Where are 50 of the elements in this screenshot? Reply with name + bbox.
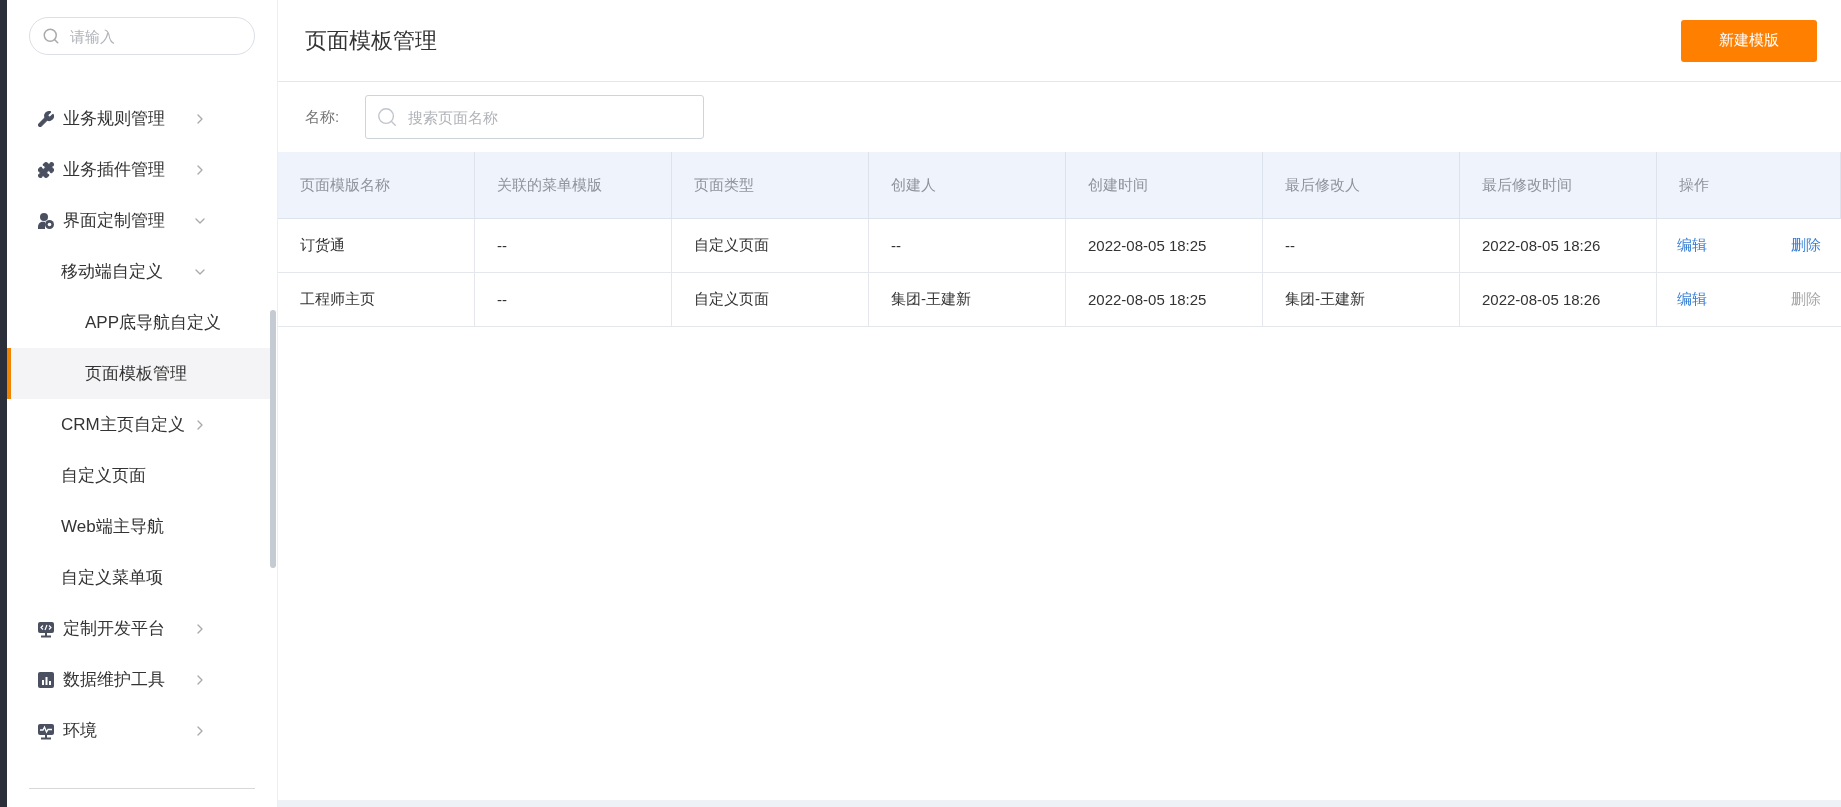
sidebar-item[interactable]: 页面模板管理 xyxy=(7,348,270,399)
column-header: 创建人 xyxy=(869,152,1066,219)
column-header: 最后修改人 xyxy=(1263,152,1460,219)
wrench-icon xyxy=(37,109,55,128)
sidebar-item[interactable]: Web端主导航 xyxy=(7,501,270,552)
column-header: 关联的菜单模版 xyxy=(475,152,672,219)
table-cell: 2022-08-05 18:26 xyxy=(1460,273,1657,327)
gear-icon xyxy=(37,211,55,230)
table-cell: 2022-08-05 18:26 xyxy=(1460,219,1657,273)
search-field[interactable]: 搜索页面名称 xyxy=(365,95,705,139)
table-cell: -- xyxy=(869,219,1066,273)
action-link[interactable]: 编辑 xyxy=(1677,290,1707,309)
sidebar-item[interactable]: 业务插件管理 xyxy=(7,144,270,195)
search-icon xyxy=(42,27,60,45)
sidebar-item[interactable]: 界面定制管理 xyxy=(7,195,270,246)
scrollbar[interactable] xyxy=(270,310,276,568)
column-header: 操作 xyxy=(1657,152,1841,219)
search-icon xyxy=(376,106,399,128)
sidebar-item[interactable]: 环境 xyxy=(7,705,270,756)
pulse-monitor-icon xyxy=(37,721,55,740)
table-cell: 自定义页面 xyxy=(672,219,869,273)
table-cell: -- xyxy=(1263,219,1460,273)
table-cell: -- xyxy=(475,273,672,327)
page-title: 页面模板管理 xyxy=(305,26,437,55)
sidebar-item[interactable]: APP底导航自定义 xyxy=(7,297,270,348)
sidebar-item[interactable]: 数据维护工具 xyxy=(7,654,270,705)
sidebar-item[interactable]: 移动端自定义 xyxy=(7,246,270,297)
column-header: 页面模版名称 xyxy=(278,152,475,219)
table-cell: 集团-王建新 xyxy=(869,273,1066,327)
table-cell: 自定义页面 xyxy=(672,273,869,327)
bar-chart-icon xyxy=(37,670,55,689)
table-cell: 工程师主页 xyxy=(278,273,475,327)
sidebar-item[interactable]: 业务规则管理 xyxy=(7,93,270,144)
action-link[interactable]: 编辑 xyxy=(1677,236,1707,255)
puzzle-icon xyxy=(37,160,55,179)
column-header: 页面类型 xyxy=(672,152,869,219)
column-header: 创建时间 xyxy=(1066,152,1263,219)
table-cell: 2022-08-05 18:25 xyxy=(1066,219,1263,273)
sidebar-item[interactable]: 自定义菜单项 xyxy=(7,552,270,603)
table-cell: -- xyxy=(475,219,672,273)
sidebar-item[interactable]: 自定义页面 xyxy=(7,450,270,501)
sidebar-item[interactable]: CRM主页自定义 xyxy=(7,399,270,450)
table-cell: 集团-王建新 xyxy=(1263,273,1460,327)
sidebar-item[interactable]: 定制开发平台 xyxy=(7,603,270,654)
table-cell: 2022-08-05 18:25 xyxy=(1066,273,1263,327)
action-link[interactable]: 删除 xyxy=(1791,236,1821,255)
table-cell: 订货通 xyxy=(278,219,475,273)
filter-label: 名称: xyxy=(305,107,340,127)
column-header: 最后修改时间 xyxy=(1460,152,1657,219)
code-monitor-icon xyxy=(37,619,55,638)
